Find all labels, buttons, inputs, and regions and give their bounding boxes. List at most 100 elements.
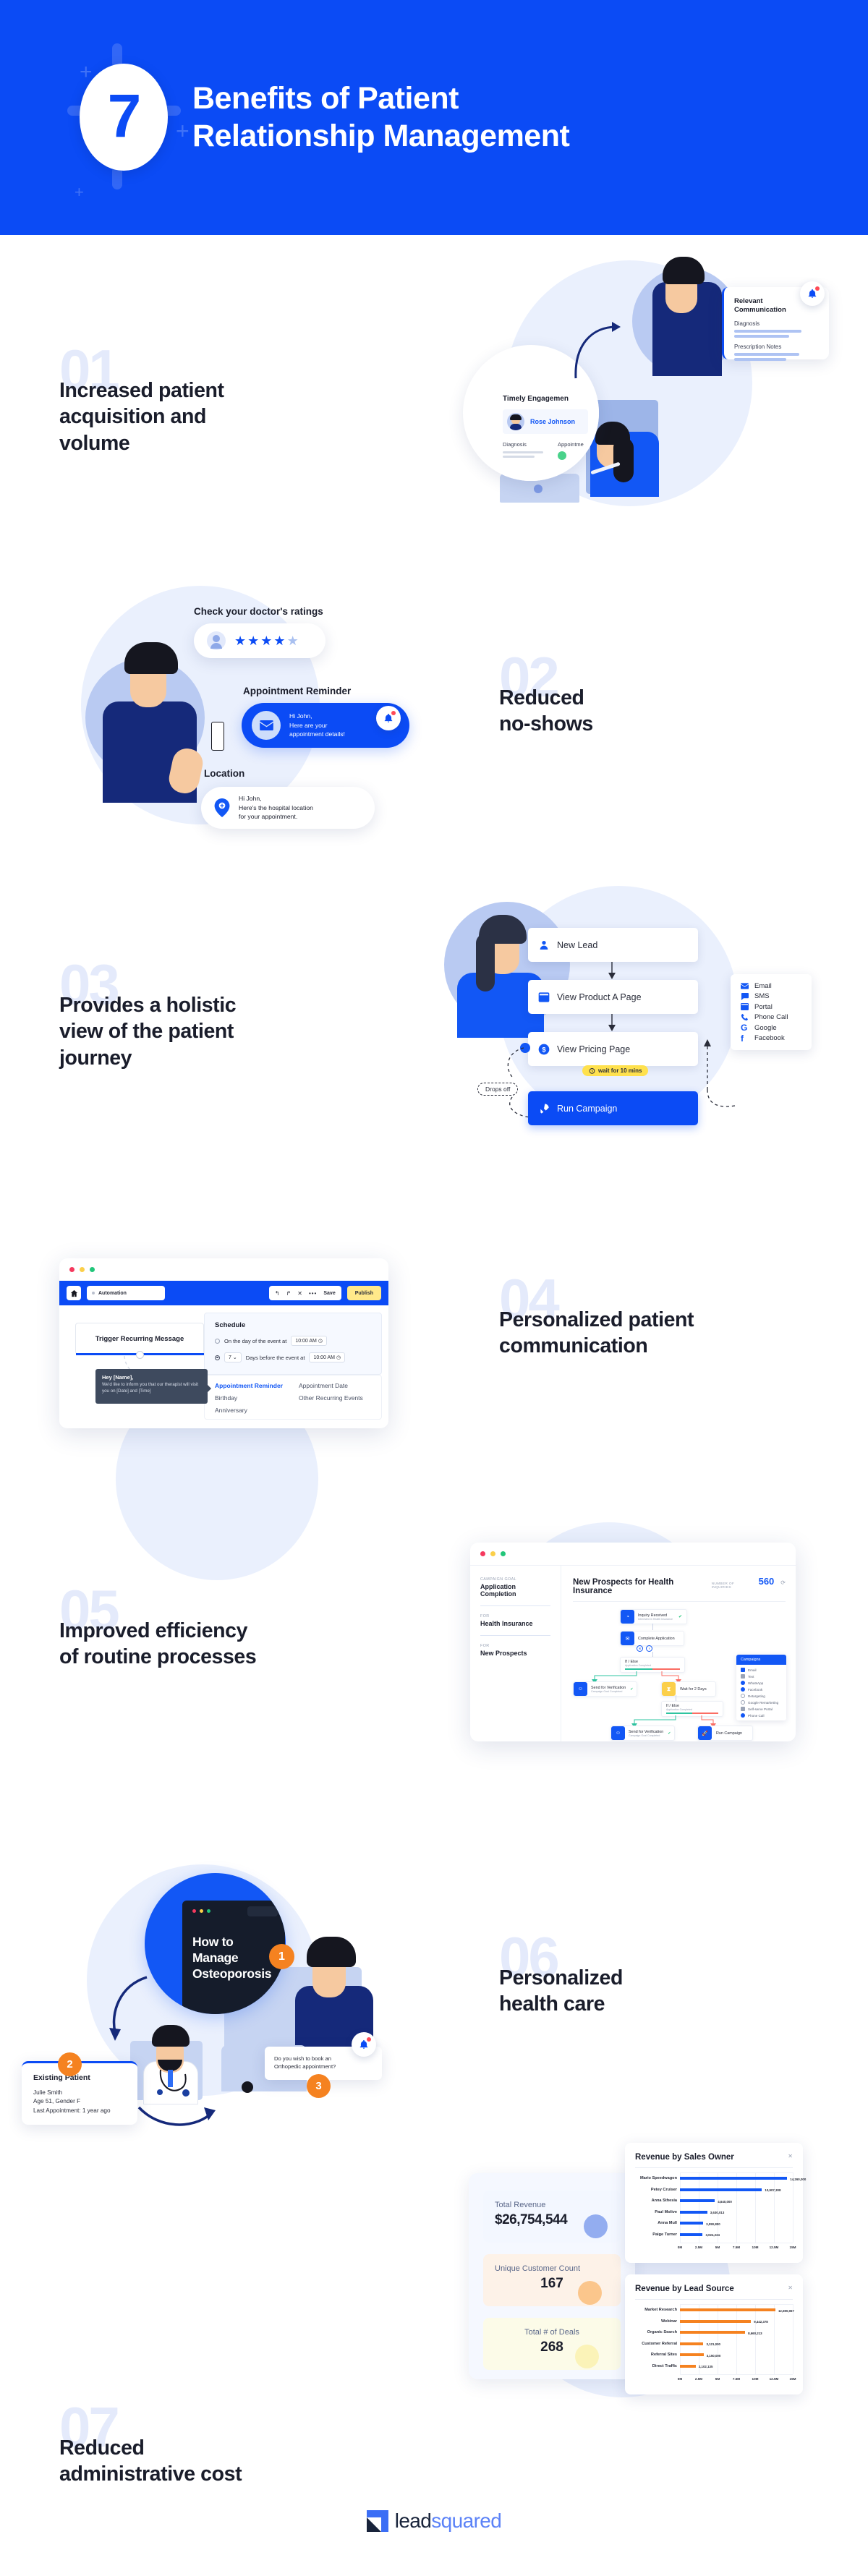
- section-06-title: Personalized health care: [499, 1966, 624, 2016]
- flow-node[interactable]: ◔ Inquiry Received Interested in Health …: [620, 1609, 687, 1624]
- campaign-item[interactable]: Facebook: [748, 1688, 762, 1692]
- curved-arrow-icon: [574, 322, 621, 379]
- node-title: Wait for 2 Days: [680, 1686, 707, 1692]
- campaign-item[interactable]: Retargeting: [748, 1694, 765, 1698]
- kpi-label: Total Revenue: [495, 2201, 546, 2209]
- more-icon[interactable]: •••: [309, 1290, 317, 1297]
- channel-item[interactable]: Email: [741, 981, 801, 991]
- run-campaign-button[interactable]: Run Campaign: [528, 1091, 698, 1125]
- event-item[interactable]: Appointment Date: [299, 1382, 363, 1389]
- appointment-reminder-text: Hi John, Here are your appointment detai…: [289, 712, 345, 738]
- close-dot-icon[interactable]: [69, 1267, 75, 1272]
- maximize-dot-icon[interactable]: [90, 1267, 95, 1272]
- days-before-input[interactable]: 7 ⌄: [224, 1352, 242, 1362]
- node-title: Complete Application: [638, 1636, 675, 1641]
- plus-decor-icon: +: [75, 183, 84, 201]
- channel-label: SMS: [754, 992, 770, 1001]
- campaign-item[interactable]: Text: [748, 1675, 754, 1679]
- chart-bar: [680, 2210, 707, 2214]
- chart-gridline: [680, 2172, 681, 2243]
- flow-node-ifelse[interactable]: If / Else Application Completed: [620, 1657, 685, 1673]
- avatar-icon: [207, 631, 226, 650]
- home-icon[interactable]: [67, 1286, 81, 1300]
- automation-tab[interactable]: Automation: [87, 1286, 165, 1300]
- campaign-item[interactable]: Phone Call: [748, 1714, 764, 1718]
- flow-step-view-product[interactable]: View Product A Page: [528, 980, 698, 1014]
- flow-node[interactable]: ☺ Send for Verification Campaign Goal Co…: [573, 1681, 638, 1697]
- event-item[interactable]: Anniversary: [215, 1407, 283, 1414]
- minimize-dot-icon[interactable]: [490, 1551, 495, 1556]
- flow-step-new-lead[interactable]: New Lead: [528, 928, 698, 962]
- flow-node[interactable]: ☺ Send for Verification Campaign Goal Co…: [610, 1726, 676, 1741]
- chart-bar: [680, 2199, 715, 2202]
- phone-icon: [741, 1713, 745, 1718]
- section-04-text: 04 Personalized patient communication: [499, 1271, 774, 1360]
- chart-bar: [680, 2222, 704, 2225]
- channel-item[interactable]: Phone Call: [741, 1012, 801, 1023]
- flow-node-ifelse[interactable]: If / Else Application Completed: [661, 1701, 723, 1717]
- timely-card-title: Timely Engagemen: [503, 395, 569, 403]
- schedule-option-2-time[interactable]: 10:00 AM ◷: [309, 1352, 346, 1362]
- maximize-dot-icon[interactable]: [501, 1551, 506, 1556]
- minimize-dot-icon[interactable]: [80, 1267, 85, 1272]
- flow-step-view-pricing[interactable]: $ View Pricing Page: [528, 1032, 698, 1066]
- section-01-title: Increased patient acquisition and volume: [59, 378, 224, 455]
- chart-bar: [680, 2364, 696, 2368]
- campaign-sidebar: CAMPAIGN GOAL Application Completion FOR…: [470, 1566, 561, 1741]
- metric-caption: NUMBER OF INQUIRIES: [711, 1582, 735, 1590]
- timer-icon: [589, 1068, 595, 1074]
- section-02-title: Reduced no-shows: [499, 686, 593, 736]
- radio-option-1[interactable]: [215, 1338, 220, 1344]
- location-text: Hi John, Here's the hospital location fo…: [239, 795, 313, 821]
- save-button[interactable]: Save: [323, 1291, 335, 1296]
- close-dot-icon[interactable]: [480, 1551, 485, 1556]
- chart-category-label: Customer Referral: [642, 2341, 677, 2346]
- email-icon: [741, 983, 749, 989]
- campaign-item[interactable]: Google Remarketing: [748, 1701, 778, 1705]
- undo-icon[interactable]: ↰: [275, 1290, 280, 1297]
- channel-item[interactable]: G Google: [741, 1023, 801, 1033]
- section-04-illustration: Automation ↰ ↱ ✕ ••• Save Publish Trigge…: [51, 1248, 398, 1580]
- refresh-icon[interactable]: ⟳: [780, 1579, 786, 1586]
- metric-value: 560: [758, 1576, 775, 1587]
- flow-node-run-campaign[interactable]: 🚀 Run Campaign: [697, 1726, 753, 1741]
- event-item[interactable]: Birthday: [215, 1394, 283, 1402]
- flow-node[interactable]: ✉ Complete Application: [620, 1631, 684, 1646]
- event-item[interactable]: Other Recurring Events: [299, 1394, 363, 1402]
- flow-node-wait[interactable]: ⧗ Wait for 2 Days: [661, 1681, 716, 1697]
- close-icon[interactable]: ✕: [788, 2153, 793, 2159]
- campaigns-title: Campaigns: [736, 1655, 786, 1665]
- kpi-label: Total # of Deals: [524, 2328, 579, 2337]
- trigger-card[interactable]: Trigger Recurring Message: [75, 1323, 205, 1359]
- schedule-option-1-time[interactable]: 10:00 AM ◷: [291, 1336, 327, 1346]
- close-icon[interactable]: ✕: [297, 1290, 302, 1297]
- channel-item[interactable]: Portal: [741, 1002, 801, 1012]
- kpi-unique-customers: Unique Customer Count 167: [483, 2254, 621, 2306]
- radio-option-2[interactable]: [215, 1355, 220, 1360]
- campaign-item[interactable]: WhatsApp: [748, 1681, 763, 1685]
- campaign-item[interactable]: Self-serve Portal: [748, 1707, 773, 1711]
- flow-step-label: New Lead: [557, 939, 598, 950]
- flow-step-label: View Pricing Page: [557, 1044, 631, 1054]
- run-campaign-label: Run Campaign: [557, 1103, 618, 1114]
- chart-bar: [680, 2308, 775, 2311]
- campaign-item[interactable]: Email: [748, 1668, 757, 1672]
- chart-bar: [680, 2331, 746, 2334]
- channel-label: Google: [754, 1023, 777, 1032]
- chart-axis-line: [680, 2172, 793, 2173]
- publish-button[interactable]: Publish: [346, 1286, 381, 1300]
- channel-label: Phone Call: [754, 1013, 788, 1022]
- schedule-option-2-label: Days before the event at: [245, 1354, 305, 1361]
- section-02: 02 Reduced no-shows Check your doctor's …: [0, 539, 868, 843]
- redo-icon[interactable]: ↱: [286, 1290, 292, 1297]
- kpi-panel: Total Revenue $26,754,544 Unique Custome…: [469, 2173, 635, 2379]
- channel-item[interactable]: f Facebook: [741, 1033, 801, 1044]
- flow-step-label: View Product A Page: [557, 991, 642, 1002]
- event-item[interactable]: Appointment Reminder: [215, 1382, 283, 1389]
- chart-value-label: 4,640,000: [718, 2199, 732, 2204]
- channel-item[interactable]: SMS: [741, 991, 801, 1002]
- close-icon[interactable]: ✕: [788, 2285, 793, 2291]
- relevant-card-field2: Prescription Notes: [734, 344, 782, 351]
- chart-revenue-by-lead-source: Revenue by Lead Source ✕ Market Research…: [625, 2274, 803, 2394]
- chart-gridline: [774, 2304, 775, 2374]
